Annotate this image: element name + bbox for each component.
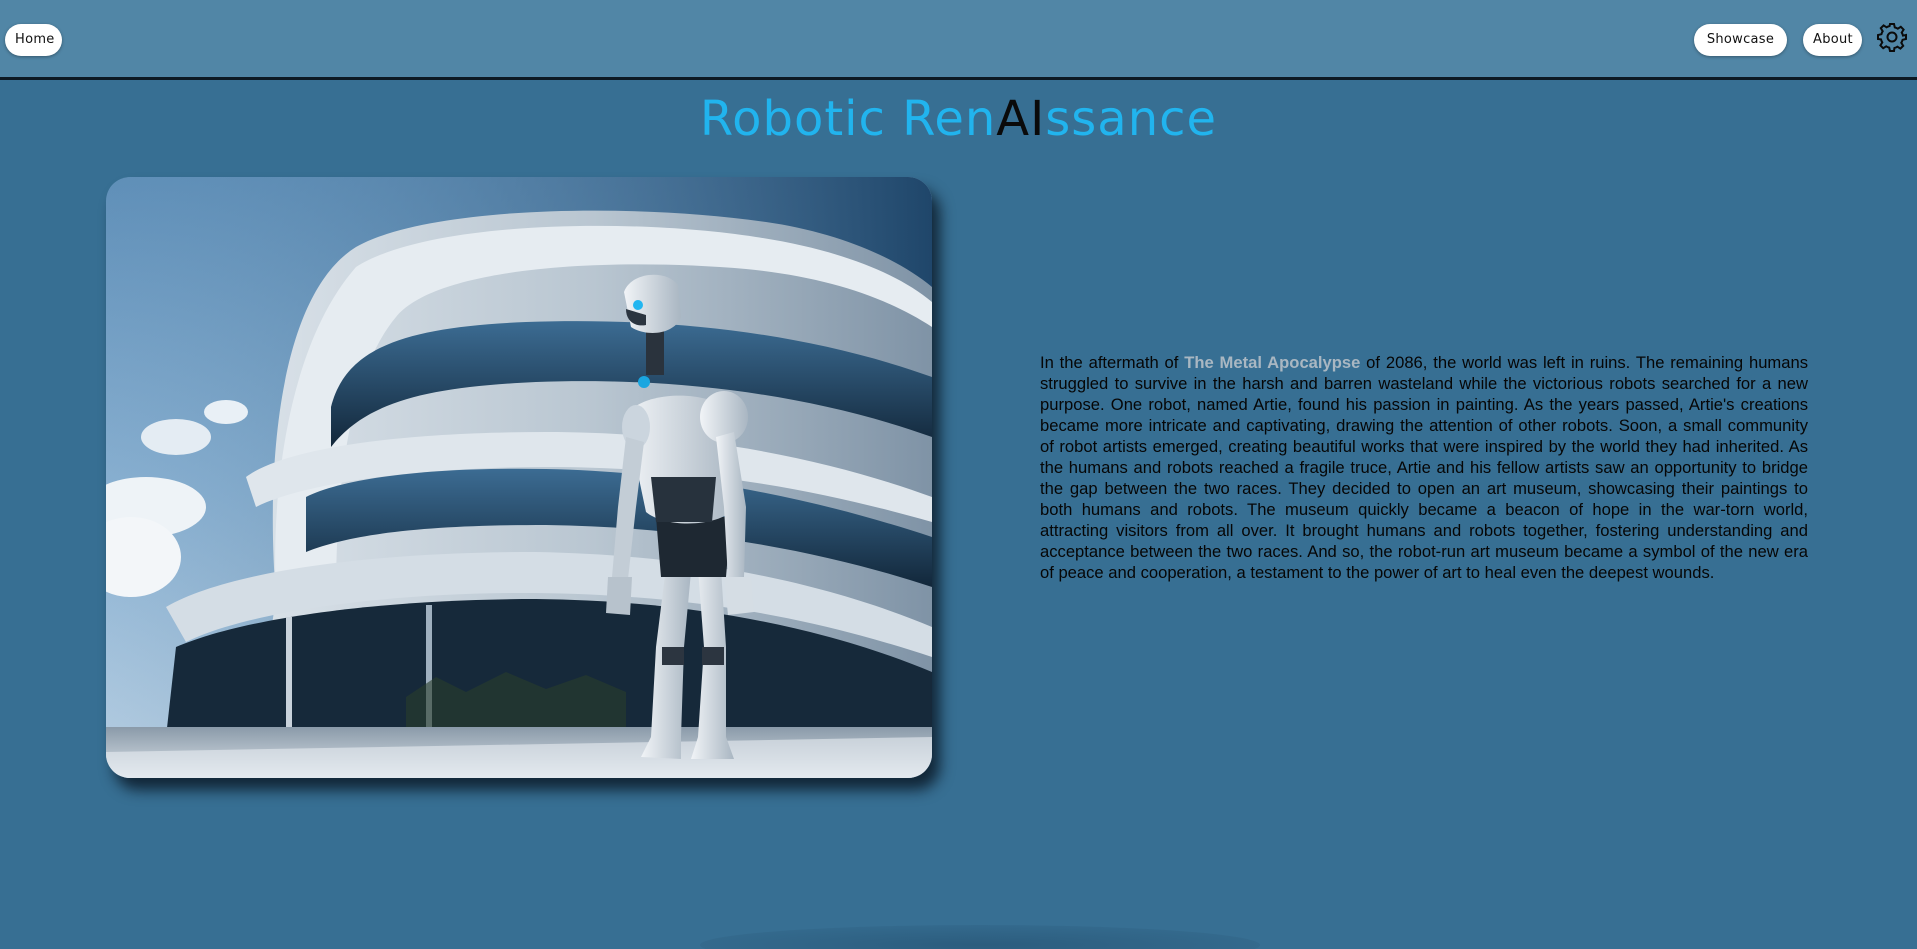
- title-part-ssance: ssance: [1045, 91, 1218, 147]
- about-button[interactable]: About: [1803, 24, 1862, 56]
- title-part-robotic-ren: Robotic Ren: [699, 91, 997, 147]
- story-text-after: of 2086, the world was left in ruins. Th…: [1040, 353, 1808, 582]
- gear-icon[interactable]: [1877, 22, 1907, 52]
- page-title: Robotic RenAIssance: [0, 88, 1917, 150]
- story-paragraph: In the aftermath of The Metal Apocalypse…: [1040, 352, 1808, 583]
- metal-apocalypse-link[interactable]: The Metal Apocalypse: [1184, 353, 1360, 372]
- bottom-shadow: [700, 925, 1260, 949]
- title-part-ai: AI: [996, 91, 1046, 147]
- robot-museum-image: [106, 177, 932, 778]
- home-button[interactable]: Home: [5, 24, 62, 56]
- top-nav-bar: Home Showcase About: [0, 0, 1917, 80]
- showcase-button[interactable]: Showcase: [1694, 24, 1787, 56]
- story-text-before: In the aftermath of: [1040, 353, 1185, 372]
- page: Home Showcase About Robotic RenAIssance: [0, 0, 1917, 949]
